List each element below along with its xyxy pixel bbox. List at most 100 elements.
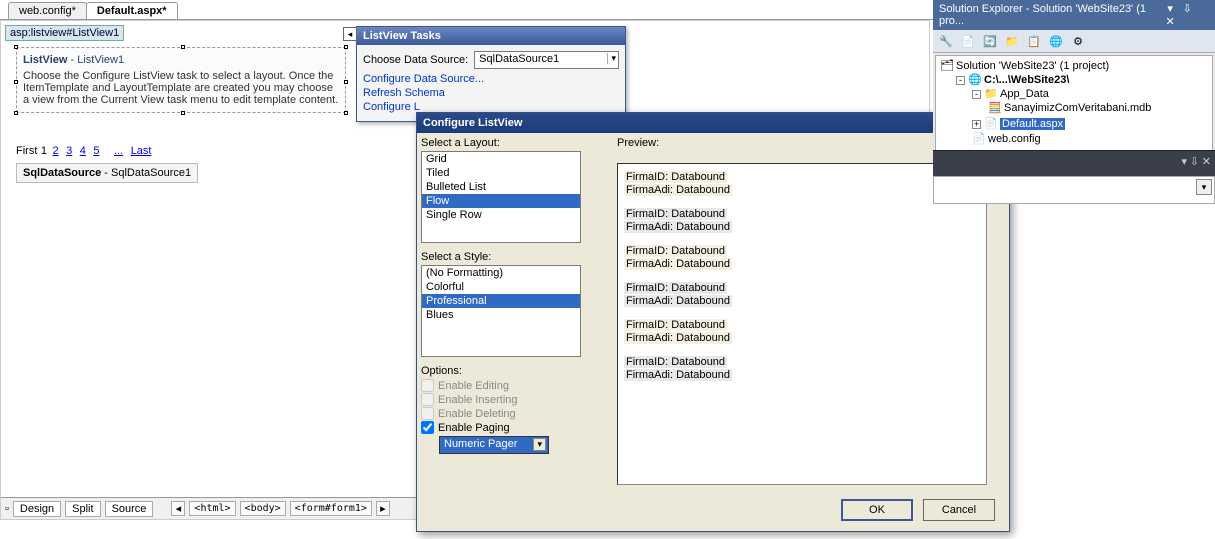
preview-pane[interactable]: FirmaID: DataboundFirmaAdi: Databound Fi… bbox=[617, 163, 987, 485]
resize-handle[interactable] bbox=[181, 45, 185, 49]
folder-icon: 📁 bbox=[984, 87, 998, 100]
style-option-colorful[interactable]: Colorful bbox=[422, 280, 580, 294]
enable-inserting-checkbox: Enable Inserting bbox=[421, 393, 581, 406]
pager-link[interactable]: 4 bbox=[80, 145, 86, 157]
solution-explorer-toolbar: 🔧 📄 🔄 📁 📋 🌐 ⚙ bbox=[933, 30, 1215, 53]
cancel-button[interactable]: Cancel bbox=[923, 499, 995, 521]
window-dropdown-icon[interactable]: ▾ bbox=[1181, 156, 1187, 168]
close-icon[interactable]: ✕ bbox=[1202, 156, 1211, 168]
style-option-none[interactable]: (No Formatting) bbox=[422, 266, 580, 280]
preview-field: FirmaAdi: Databound bbox=[624, 258, 732, 270]
nest-icon[interactable]: 📁 bbox=[1003, 32, 1021, 50]
style-listbox[interactable]: (No Formatting) Colorful Professional Bl… bbox=[421, 265, 581, 357]
breadcrumb-html[interactable]: <html> bbox=[189, 501, 235, 516]
config-icon[interactable]: ⚙ bbox=[1069, 32, 1087, 50]
properties-object-dropdown[interactable]: ▾ bbox=[1196, 179, 1212, 195]
resize-handle[interactable] bbox=[14, 111, 18, 115]
resize-handle[interactable] bbox=[181, 111, 185, 115]
smart-tag-glyph-icon[interactable]: ◂ bbox=[343, 27, 357, 41]
pager-link[interactable]: 2 bbox=[53, 145, 59, 157]
configure-datasource-link[interactable]: Configure Data Source... bbox=[363, 73, 619, 85]
listview-control[interactable]: ListView - ListView1 Choose the Configur… bbox=[16, 47, 346, 113]
solution-explorer-title[interactable]: Solution Explorer - Solution 'WebSite23'… bbox=[933, 0, 1215, 30]
properties-panel-body: ▾ bbox=[933, 176, 1215, 204]
preview-field: FirmaID: Databound bbox=[624, 171, 727, 183]
layout-option-flow[interactable]: Flow bbox=[422, 194, 580, 208]
tree-default-aspx-node[interactable]: +📄Default.aspx bbox=[972, 116, 1210, 131]
tag-breadcrumb[interactable]: asp:listview#ListView1 bbox=[5, 25, 124, 41]
collapse-icon[interactable]: - bbox=[972, 90, 981, 99]
expand-icon[interactable]: + bbox=[972, 120, 981, 129]
enable-deleting-checkbox: Enable Deleting bbox=[421, 407, 581, 420]
solution-icon: 🗂 bbox=[940, 59, 954, 72]
choose-datasource-label: Choose Data Source: bbox=[363, 54, 468, 66]
dialog-title-text: Configure ListView bbox=[423, 117, 522, 129]
show-all-icon[interactable]: 📄 bbox=[959, 32, 977, 50]
preview-label: Preview: bbox=[617, 137, 659, 149]
pager-link[interactable]: 5 bbox=[93, 145, 99, 157]
breadcrumb-form[interactable]: <form#form1> bbox=[290, 501, 372, 516]
window-dropdown-icon[interactable]: ▾ bbox=[1163, 2, 1177, 15]
split-view-tab[interactable]: Split bbox=[65, 501, 100, 517]
refresh-schema-link[interactable]: Refresh Schema bbox=[363, 87, 619, 99]
preview-field: FirmaAdi: Databound bbox=[624, 221, 732, 233]
preview-field: FirmaAdi: Databound bbox=[624, 295, 732, 307]
resize-handle[interactable] bbox=[344, 111, 348, 115]
enable-paging-checkbox[interactable]: Enable Paging bbox=[421, 421, 581, 434]
layout-listbox[interactable]: Grid Tiled Bulleted List Flow Single Row bbox=[421, 151, 581, 243]
pager-preview: First 1 2 3 4 5 ... Last bbox=[16, 143, 153, 159]
layout-option-singlerow[interactable]: Single Row bbox=[422, 208, 580, 222]
source-view-tab[interactable]: Source bbox=[105, 501, 154, 517]
solution-explorer-panel: Solution Explorer - Solution 'WebSite23'… bbox=[933, 0, 1215, 159]
solution-tree[interactable]: 🗂Solution 'WebSite23' (1 project) -🌐C:\.… bbox=[935, 55, 1213, 157]
preview-field: FirmaID: Databound bbox=[624, 245, 727, 257]
collapse-icon[interactable]: - bbox=[956, 76, 965, 85]
layout-option-bulleted[interactable]: Bulleted List bbox=[422, 180, 580, 194]
pin-icon[interactable]: ⇩ bbox=[1180, 2, 1194, 15]
tree-solution-node[interactable]: 🗂Solution 'WebSite23' (1 project) -🌐C:\.… bbox=[940, 58, 1210, 148]
ok-button[interactable]: OK bbox=[841, 499, 913, 521]
tree-project-node[interactable]: -🌐C:\...\WebSite23\ -📁App_Data 🧮Sanayimi… bbox=[956, 72, 1210, 147]
pin-icon[interactable]: ⇩ bbox=[1190, 156, 1199, 168]
resize-handle[interactable] bbox=[14, 80, 18, 84]
preview-field: FirmaID: Databound bbox=[624, 282, 727, 294]
design-view-tab[interactable]: Design bbox=[13, 501, 61, 517]
config-file-icon: 📄 bbox=[972, 132, 986, 145]
select-style-label: Select a Style: bbox=[421, 251, 581, 263]
properties-panel-titlebar[interactable]: ▾ ⇩ ✕ bbox=[933, 150, 1215, 176]
resize-handle[interactable] bbox=[344, 80, 348, 84]
copy-web-icon[interactable]: 🌐 bbox=[1047, 32, 1065, 50]
preview-field: FirmaID: Databound bbox=[624, 319, 727, 331]
tree-webconfig-node[interactable]: 📄web.config bbox=[972, 131, 1210, 146]
crumb-next-icon[interactable]: ▸ bbox=[376, 501, 390, 516]
listview-tasks-panel: ◂ ListView Tasks Choose Data Source: Sql… bbox=[356, 26, 626, 122]
dialog-titlebar[interactable]: Configure ListView ? ✕ bbox=[417, 113, 1009, 133]
crumb-prev-icon[interactable]: ◂ bbox=[171, 501, 185, 516]
sqldatasource-control[interactable]: SqlDataSource - SqlDataSource1 bbox=[16, 163, 198, 183]
tree-mdb-node[interactable]: 🧮SanayimizComVeritabani.mdb bbox=[988, 100, 1210, 115]
resize-handle[interactable] bbox=[14, 45, 18, 49]
pager-link[interactable]: 3 bbox=[66, 145, 72, 157]
tree-appdata-node[interactable]: -📁App_Data 🧮SanayimizComVeritabani.mdb bbox=[972, 86, 1210, 116]
style-option-professional[interactable]: Professional bbox=[422, 294, 580, 308]
refresh-icon[interactable]: 🔄 bbox=[981, 32, 999, 50]
breadcrumb-body[interactable]: <body> bbox=[240, 501, 286, 516]
preview-field: FirmaAdi: Databound bbox=[624, 369, 732, 381]
layout-option-tiled[interactable]: Tiled bbox=[422, 166, 580, 180]
listview-heading: ListView - ListView1 bbox=[23, 54, 339, 66]
close-icon[interactable]: ✕ bbox=[1163, 15, 1177, 28]
style-option-blues[interactable]: Blues bbox=[422, 308, 580, 322]
pager-dots[interactable]: ... bbox=[114, 145, 123, 157]
view-code-icon[interactable]: 📋 bbox=[1025, 32, 1043, 50]
resize-handle[interactable] bbox=[344, 45, 348, 49]
enable-editing-checkbox: Enable Editing bbox=[421, 379, 581, 392]
preview-field: FirmaAdi: Databound bbox=[624, 332, 732, 344]
properties-icon[interactable]: 🔧 bbox=[937, 32, 955, 50]
datasource-dropdown[interactable]: SqlDataSource1 bbox=[474, 51, 619, 69]
preview-field: FirmaID: Databound bbox=[624, 356, 727, 368]
layout-option-grid[interactable]: Grid bbox=[422, 152, 580, 166]
tab-webconfig[interactable]: web.config* bbox=[8, 2, 87, 19]
tab-default-aspx[interactable]: Default.aspx* bbox=[86, 2, 178, 19]
pager-last[interactable]: Last bbox=[131, 145, 152, 157]
pager-type-dropdown[interactable]: Numeric Pager bbox=[439, 436, 549, 454]
